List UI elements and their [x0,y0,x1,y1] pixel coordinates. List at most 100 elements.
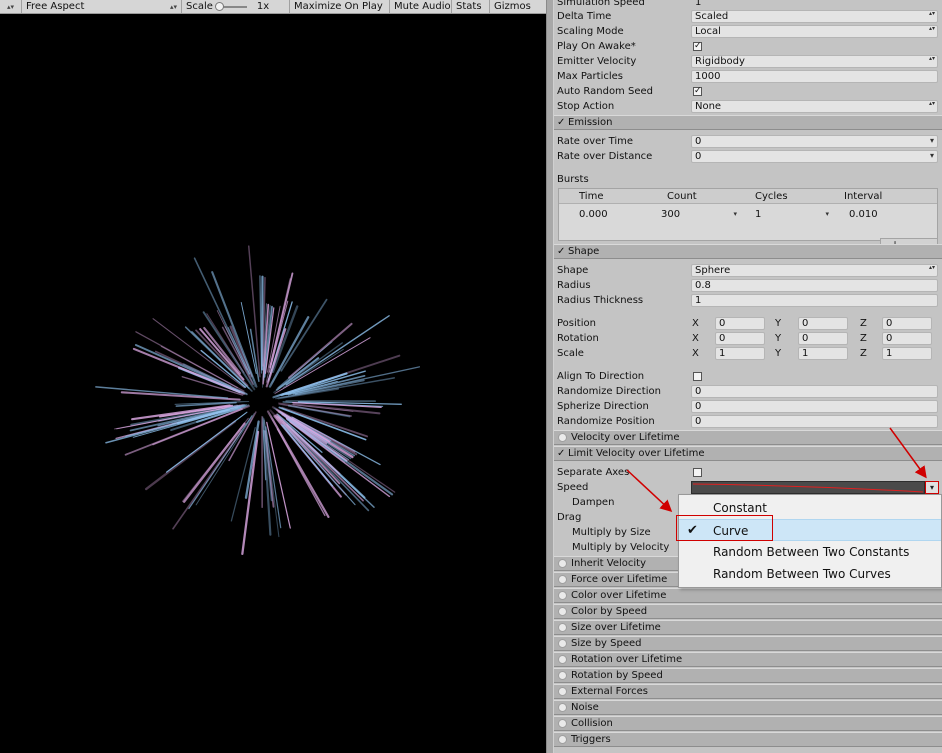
particle-ray [241,430,260,556]
burst-time-field[interactable]: 0.000 [579,208,639,221]
spherize-direction-field[interactable]: 0 [691,400,938,413]
panel-splitter[interactable] [546,0,554,753]
randomize-position-label: Randomize Position [557,416,655,427]
module-disabled-icon[interactable] [558,639,567,648]
axis-x-label: X [692,318,699,329]
radius-field[interactable]: 0.8 [691,279,938,292]
stop-action-row: Stop Action None [554,99,942,114]
delta-time-row: Delta Time Scaled [554,9,942,24]
module-disabled-icon[interactable] [558,719,567,728]
module-header[interactable]: Rotation by Speed [554,668,942,683]
module-header[interactable]: Triggers [554,732,942,747]
delta-time-label: Delta Time [557,11,612,22]
shape-enabled-check[interactable]: ✓ [557,246,567,257]
position-x-field[interactable]: 0 [715,317,765,330]
mute-audio-toggle[interactable]: Mute Audio [390,0,452,13]
module-header[interactable]: Size by Speed [554,636,942,651]
menu-item-random-two-curves[interactable]: Random Between Two Curves [679,563,941,585]
max-particles-row: Max Particles 1000 [554,69,942,84]
randomize-direction-field[interactable]: 0 [691,385,938,398]
radius-thickness-field[interactable]: 1 [691,294,938,307]
scale-x-field[interactable]: 1 [715,347,765,360]
velocity-over-lifetime-header[interactable]: Velocity over Lifetime [554,430,942,445]
scaling-mode-label: Scaling Mode [557,26,624,37]
module-header[interactable]: External Forces [554,684,942,699]
burst-interval-field[interactable]: 0.010 [849,208,909,221]
menu-item-label: Constant [713,501,767,515]
aspect-dropdown[interactable]: Free Aspect ▴▾ [22,0,182,13]
module-disabled-icon[interactable] [558,559,567,568]
module-disabled-icon[interactable] [558,607,567,616]
module-title: Collision [571,718,613,729]
scale-z-field[interactable]: 1 [882,347,932,360]
burst-cycles-field[interactable]: 1 ▾ [755,208,829,221]
module-title: External Forces [571,686,648,697]
module-header[interactable]: Color over Lifetime [554,588,942,603]
align-to-direction-checkbox[interactable] [693,372,702,381]
auto-random-seed-checkbox[interactable]: ✓ [693,87,702,96]
scale-y-field[interactable]: 1 [798,347,848,360]
maximize-on-play-toggle[interactable]: Maximize On Play [290,0,390,13]
module-disabled-icon[interactable] [558,433,567,442]
rate-over-time-field[interactable]: 0 [691,135,938,148]
scaling-mode-dropdown[interactable]: Local [691,25,938,38]
scale-slider-knob[interactable] [214,1,224,11]
emitter-velocity-dropdown[interactable]: Rigidbody [691,55,938,68]
module-disabled-icon[interactable] [558,591,567,600]
dropdown-arrow-icon[interactable]: ▾ [733,208,737,221]
module-title: Triggers [571,734,611,745]
stats-toggle[interactable]: Stats [452,0,490,13]
scale-control[interactable]: Scale 1x [182,0,290,13]
rotation-x-field[interactable]: 0 [715,332,765,345]
module-disabled-icon[interactable] [558,671,567,680]
menu-item-random-two-constants[interactable]: Random Between Two Constants [679,541,941,563]
module-disabled-icon[interactable] [558,703,567,712]
position-z-field[interactable]: 0 [882,317,932,330]
emission-enabled-check[interactable]: ✓ [557,117,567,128]
module-header[interactable]: Noise [554,700,942,715]
separate-axes-checkbox[interactable] [693,468,702,477]
module-header[interactable]: Rotation over Lifetime [554,652,942,667]
stop-action-dropdown[interactable]: None [691,100,938,113]
speed-curve-field[interactable] [691,481,925,494]
position-y-field[interactable]: 0 [798,317,848,330]
simulation-speed-field[interactable]: 1 [691,0,938,9]
limit-velocity-header[interactable]: ✓ Limit Velocity over Lifetime [554,446,942,461]
dropdown-arrow-icon[interactable]: ▾ [825,208,829,221]
gizmos-toggle[interactable]: Gizmos [490,0,535,13]
rotation-label: Rotation [557,333,599,344]
max-particles-field[interactable]: 1000 [691,70,938,83]
rotation-z-field[interactable]: 0 [882,332,932,345]
rotation-y-field[interactable]: 0 [798,332,848,345]
drag-label: Drag [557,512,582,523]
axis-y-label: Y [775,333,782,344]
module-disabled-icon[interactable] [558,623,567,632]
burst-count-field[interactable]: 300 ▾ [661,208,737,221]
module-disabled-icon[interactable] [558,655,567,664]
annotation-highlight-box [676,515,773,541]
module-disabled-icon[interactable] [558,575,567,584]
particle-ray [172,430,243,530]
module-title: Size by Speed [571,638,642,649]
delta-time-dropdown[interactable]: Scaled [691,10,938,23]
burst-cycles-value: 1 [755,209,762,220]
rate-over-distance-field[interactable]: 0 [691,150,938,163]
module-disabled-icon[interactable] [558,687,567,696]
module-header[interactable]: Size over Lifetime [554,620,942,635]
speed-mode-dropdown-button[interactable]: ▾ [925,481,939,494]
module-header[interactable]: Collision [554,716,942,731]
play-on-awake-checkbox[interactable]: ✓ [693,42,702,51]
burst-count-value: 300 [661,209,681,220]
emission-module-header[interactable]: ✓ Emission [554,115,942,130]
limit-velocity-enabled-check[interactable]: ✓ [557,448,567,459]
randomize-position-field[interactable]: 0 [691,415,938,428]
display-menu-button[interactable]: ▴▾ [0,0,22,13]
module-disabled-icon[interactable] [558,735,567,744]
scale-slider[interactable] [214,1,247,11]
limit-velocity-title: Limit Velocity over Lifetime [568,448,705,459]
randomize-position-row: Randomize Position 0 [554,414,942,429]
shape-module-header[interactable]: ✓ Shape [554,244,942,259]
shape-type-dropdown[interactable]: Sphere [691,264,938,277]
radius-label: Radius [557,280,591,291]
module-header[interactable]: Color by Speed [554,604,942,619]
